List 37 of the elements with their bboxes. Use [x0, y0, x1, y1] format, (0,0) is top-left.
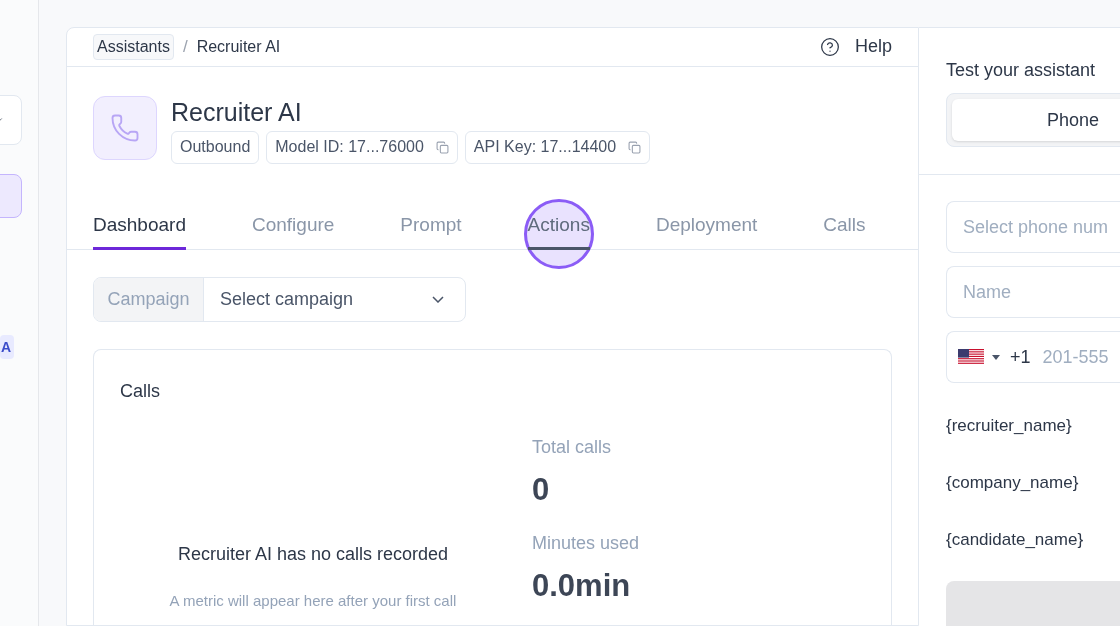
copy-icon[interactable]	[435, 140, 449, 154]
empty-state-hint: A metric will appear here after your first call	[169, 591, 457, 611]
breadcrumb-current: Recruiter AI	[196, 36, 281, 57]
campaign-placeholder: Select campaign	[219, 287, 355, 311]
tab[interactable]: Dashboard	[93, 213, 186, 250]
phone-icon	[110, 112, 140, 143]
assistant-tag: Model ID: 17...76000	[266, 130, 458, 164]
help-icon	[819, 36, 840, 57]
assistant-tag: API Key: 17...14400	[464, 130, 651, 164]
tab[interactable]: Actions	[527, 213, 590, 250]
panel-title: Test your assistant	[946, 59, 1097, 82]
country-code: +1	[1010, 345, 1031, 369]
stat-label: Minutes used	[532, 531, 640, 555]
dropdown-triangle-icon[interactable]	[992, 354, 1000, 360]
variable-name: {recruiter_name}	[946, 415, 1073, 436]
mode-tab[interactable]: Phone	[952, 99, 1120, 141]
breadcrumb-link[interactable]: Assistants	[93, 33, 174, 60]
phone-field[interactable]: +1 201-555	[946, 331, 1120, 383]
calls-card-title: Calls	[120, 380, 161, 403]
empty-state-title: Recruiter AI has no calls recorded	[177, 543, 449, 566]
variable-name: {company_name}	[946, 472, 1080, 493]
variable-name: {candidate_name}	[946, 529, 1085, 550]
stat-label: Total calls	[532, 436, 613, 459]
help-button[interactable]: Help	[819, 33, 892, 61]
name-field[interactable]: Name	[946, 266, 1120, 318]
flag-icon	[958, 349, 984, 365]
stat-value: 0	[532, 471, 551, 509]
assistant-tag: Outbound	[171, 130, 260, 164]
phone-input[interactable]: 201-555	[1042, 343, 1113, 371]
campaign-select[interactable]: Campaign Select campaign	[93, 276, 466, 322]
sidebar-badge: A	[0, 335, 15, 359]
assistant-name: Recruiter AI	[171, 96, 303, 127]
breadcrumb-separator: /	[182, 36, 188, 58]
stat-value: 0.0min	[532, 566, 632, 605]
copy-icon[interactable]	[628, 140, 642, 154]
phone-number-select[interactable]: Select phone num	[946, 201, 1120, 253]
campaign-label: Campaign	[94, 277, 204, 321]
